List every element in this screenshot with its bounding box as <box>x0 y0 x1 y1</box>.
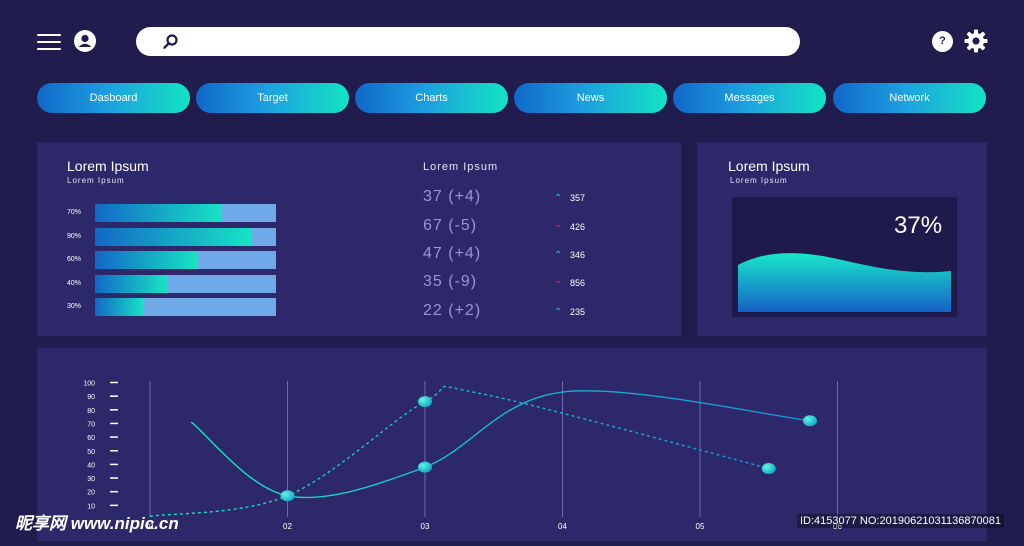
y-tick-label: 50 <box>87 449 95 456</box>
x-tick-label: 03 <box>421 522 430 531</box>
wave-fill <box>738 253 951 312</box>
search-icon[interactable] <box>162 33 180 51</box>
y-tick-label: 20 <box>87 490 95 497</box>
nav-tabs: Dasboard Target Charts News Messages Net… <box>37 83 987 113</box>
search-bar[interactable] <box>136 27 800 58</box>
progress-bar <box>95 275 276 293</box>
stat-value: 22 (+2) <box>423 302 482 319</box>
x-tick-label: 05 <box>696 522 705 531</box>
x-tick-label: 04 <box>558 522 567 531</box>
trend-down-icon: ⌄ <box>554 219 563 230</box>
progress-bar-label: 40% <box>67 280 82 287</box>
watermark-logo: 昵享网 www.nipic.cn <box>15 514 179 533</box>
progress-panel-subtitle: Lorem Ipsum <box>67 176 125 185</box>
x-tick-label: 02 <box>283 522 292 531</box>
hamburger-menu-icon[interactable] <box>37 34 61 50</box>
data-point <box>803 415 817 427</box>
watermark-id: ID:4153077 NO:20190621031136870081 <box>797 514 1005 528</box>
data-point <box>761 462 776 474</box>
y-tick-label: 60 <box>87 435 95 442</box>
stat-value: 67 (-5) <box>423 217 478 234</box>
search-input[interactable] <box>186 27 780 58</box>
stat-count: 235 <box>570 307 586 317</box>
data-point <box>418 396 432 408</box>
stat-value: 35 (-9) <box>423 273 478 290</box>
tab-dashboard[interactable]: Dasboard <box>37 83 190 113</box>
stat-count: 357 <box>570 193 586 203</box>
help-icon[interactable]: ? <box>932 31 953 52</box>
gauge-panel-title: Lorem Ipsum <box>728 158 810 174</box>
y-tick-label: 30 <box>87 476 95 483</box>
tab-charts[interactable]: Charts <box>355 83 508 113</box>
trend-down-icon: ⌄ <box>554 275 563 286</box>
tab-messages[interactable]: Messages <box>673 83 826 113</box>
progress-bar-fill <box>95 298 144 316</box>
series-line <box>190 390 811 499</box>
y-tick-label: 70 <box>87 421 95 428</box>
progress-bar-label: 30% <box>67 303 82 310</box>
progress-bar-fill <box>95 275 168 293</box>
line-chart: 10090807060504030201001 02 03 04 05 06 <box>83 381 842 532</box>
y-tick-label: 90 <box>87 394 95 401</box>
progress-bar <box>95 228 276 246</box>
stat-count: 346 <box>570 250 586 260</box>
progress-bar-fill <box>95 228 251 246</box>
stat-value: 47 (+4) <box>423 245 482 262</box>
progress-bar-fill <box>95 251 199 269</box>
progress-bar-label: 90% <box>67 233 82 240</box>
progress-bar-fill <box>95 204 222 222</box>
series-line <box>149 385 769 517</box>
stat-value: 37 (+4) <box>423 188 482 205</box>
stats-panel-title: Lorem Ipsum <box>423 161 499 173</box>
progress-bar-label: 60% <box>67 256 82 263</box>
trend-up-icon: ⌃ <box>554 250 563 261</box>
data-point <box>418 461 432 473</box>
tab-network[interactable]: Network <box>833 83 986 113</box>
summary-panel: Lorem Ipsum Lorem Ipsum 70% 90% 60% 40% … <box>37 142 681 336</box>
progress-bar-label: 70% <box>67 209 82 216</box>
stat-count: 856 <box>570 278 586 288</box>
tab-target[interactable]: Target <box>196 83 349 113</box>
progress-panel-title: Lorem Ipsum <box>67 158 149 174</box>
progress-bar <box>95 204 276 222</box>
progress-bar <box>95 298 276 316</box>
gauge-panel-subtitle: Lorem Ipsum <box>730 176 788 185</box>
gear-icon[interactable] <box>963 28 989 54</box>
y-tick-label: 80 <box>87 408 95 415</box>
tab-news[interactable]: News <box>514 83 667 113</box>
line-chart-panel: 100 90 80 70 60 50 40 30 20 10 01 02 03 04 05 06 <box>37 348 987 541</box>
wave-gauge: 37% <box>732 197 957 317</box>
user-icon[interactable] <box>74 30 96 52</box>
y-tick-label: 100 <box>83 381 95 388</box>
gauge-percent: 37% <box>894 212 943 239</box>
progress-bar <box>95 251 276 269</box>
data-point <box>280 490 295 502</box>
trend-up-icon: ⌃ <box>554 193 563 204</box>
gauge-panel: Lorem Ipsum Lorem Ipsum 37% <box>697 142 987 336</box>
stat-count: 426 <box>570 222 586 232</box>
top-bar: ? <box>0 0 1024 80</box>
trend-up-icon: ⌃ <box>554 307 563 318</box>
y-tick-label: 40 <box>87 462 95 469</box>
